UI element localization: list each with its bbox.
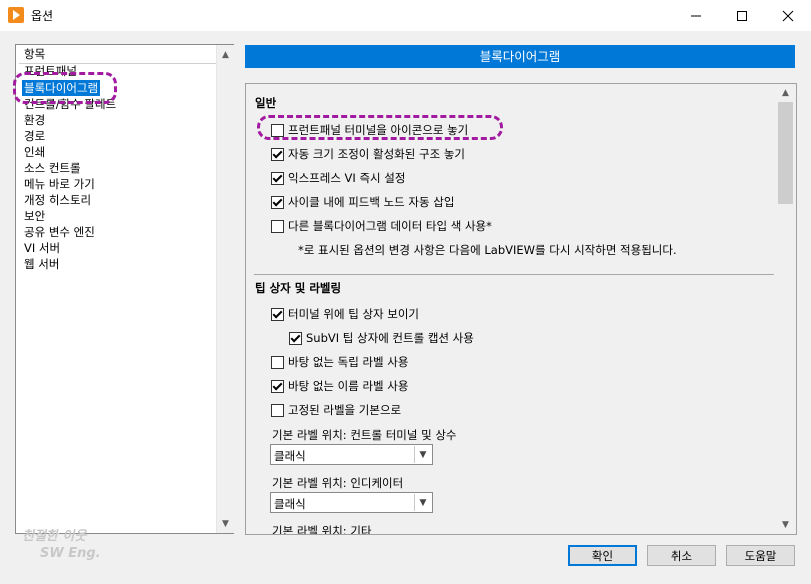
option-configure-express-vi[interactable]: 익스프레스 VI 즉시 설정 <box>271 170 405 186</box>
category-item-paths[interactable]: 경로 <box>24 128 45 144</box>
checkbox-unchecked-icon[interactable] <box>271 355 284 369</box>
checkbox-checked-icon[interactable] <box>271 195 284 209</box>
label-position-other-label: 기본 라벨 위치: 기타 <box>272 524 372 535</box>
category-item-vi-server[interactable]: VI 서버 <box>24 240 60 256</box>
label-position-controls-select[interactable]: 클래식 ▼ <box>270 444 433 465</box>
category-item-security[interactable]: 보안 <box>24 208 45 224</box>
option-auto-insert-feedback-node[interactable]: 사이클 내에 피드백 노드 자동 삽입 <box>271 194 454 210</box>
checkbox-unchecked-icon[interactable] <box>271 403 284 417</box>
section-divider <box>254 274 774 275</box>
checkbox-checked-icon[interactable] <box>271 379 284 393</box>
checkbox-checked-icon[interactable] <box>271 171 284 185</box>
option-highlight-annotation <box>257 115 503 140</box>
category-item-printing[interactable]: 인쇄 <box>24 144 45 160</box>
label-position-indicators-label: 기본 라벨 위치: 인디케이터 <box>272 476 404 490</box>
scroll-down-arrow-icon[interactable]: ▼ <box>777 516 794 533</box>
close-icon <box>782 10 794 21</box>
close-button[interactable] <box>765 0 811 31</box>
window-title: 옵션 <box>31 9 54 23</box>
scrollbar-thumb[interactable] <box>778 102 793 204</box>
checkbox-unchecked-icon[interactable] <box>271 219 284 233</box>
restart-note: *로 표시된 옵션의 변경 사항은 다음에 LabVIEW를 다시 시작하면 적… <box>298 243 677 257</box>
chevron-down-icon[interactable]: ▼ <box>414 494 431 511</box>
category-list[interactable]: 항목 프런트패널 블록다이어그램 컨트롤/함수 팔레트 환경 경로 인쇄 소스 … <box>15 44 234 534</box>
maximize-icon <box>737 10 747 21</box>
option-locked-labels-default[interactable]: 고정된 라벨을 기본으로 <box>271 402 401 418</box>
maximize-button[interactable] <box>719 0 765 31</box>
selection-highlight-annotation <box>13 72 117 104</box>
ok-button[interactable]: 확인 <box>568 545 637 566</box>
cancel-button[interactable]: 취소 <box>647 545 716 566</box>
category-item-shared-variable-engine[interactable]: 공유 변수 엔진 <box>24 224 95 240</box>
minimize-button[interactable] <box>673 0 719 31</box>
option-subvi-caption-tip[interactable]: SubVI 팁 상자에 컨트롤 캡션 사용 <box>289 330 474 346</box>
scroll-up-arrow-icon[interactable]: ▲ <box>217 46 234 63</box>
option-show-tip-strips[interactable]: 터미널 위에 팁 상자 보이기 <box>271 306 419 322</box>
title-bar: 옵션 <box>0 0 811 31</box>
options-panel: 일반 프런트패널 터미널을 아이콘으로 놓기 자동 크기 조정이 활성화된 구조… <box>245 83 797 535</box>
category-item-source-control[interactable]: 소스 컨트롤 <box>24 160 81 176</box>
option-transparent-name-labels[interactable]: 바탕 없는 이름 라벨 사용 <box>271 378 408 394</box>
chevron-down-icon[interactable]: ▼ <box>414 446 431 463</box>
category-item-environment[interactable]: 환경 <box>24 112 45 128</box>
category-list-scrollbar[interactable]: ▲ ▼ <box>216 45 234 533</box>
watermark: 친절한 이웃 SW Eng. <box>22 529 101 561</box>
category-item-web-server[interactable]: 웹 서버 <box>24 256 59 272</box>
scroll-up-arrow-icon[interactable]: ▲ <box>777 84 794 101</box>
option-transparent-free-labels[interactable]: 바탕 없는 독립 라벨 사용 <box>271 354 408 370</box>
checkbox-checked-icon[interactable] <box>289 331 302 345</box>
scroll-down-arrow-icon[interactable]: ▼ <box>217 515 234 532</box>
section-title-general: 일반 <box>255 96 277 110</box>
options-panel-scrollbar[interactable]: ▲ ▼ <box>776 84 795 534</box>
checkbox-checked-icon[interactable] <box>271 307 284 321</box>
category-item-menu-shortcuts[interactable]: 메뉴 바로 가기 <box>24 176 95 192</box>
checkbox-checked-icon[interactable] <box>271 147 284 161</box>
page-title-banner: 블록다이어그램 <box>245 45 795 68</box>
category-list-header: 항목 <box>19 47 221 64</box>
label-position-controls-label: 기본 라벨 위치: 컨트롤 터미널 및 상수 <box>272 428 457 442</box>
labview-app-icon <box>8 7 24 23</box>
section-title-tips-labeling: 팁 상자 및 라벨링 <box>255 281 342 295</box>
option-alternate-datatype-colors[interactable]: 다른 블록다이어그램 데이터 타입 색 사용* <box>271 218 492 234</box>
option-place-autosized-structures[interactable]: 자동 크기 조정이 활성화된 구조 놓기 <box>271 146 465 162</box>
minimize-icon <box>691 15 701 16</box>
category-item-revision-history[interactable]: 개정 히스토리 <box>24 192 91 208</box>
label-position-indicators-select[interactable]: 클래식 ▼ <box>270 492 433 513</box>
help-button[interactable]: 도움말 <box>726 545 795 566</box>
